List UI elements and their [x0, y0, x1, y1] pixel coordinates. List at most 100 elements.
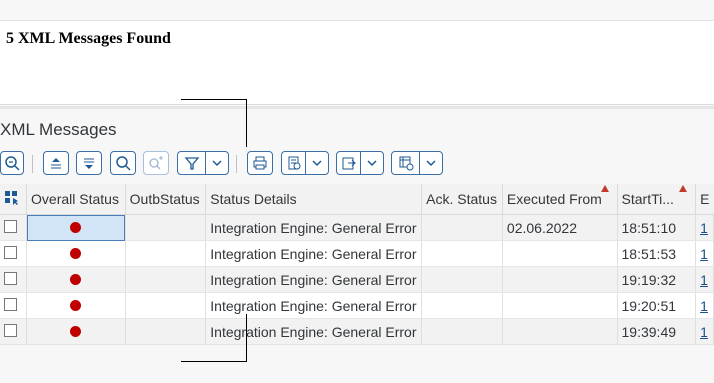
table-row[interactable]: Integration Engine: General Error 02.06.… [0, 214, 714, 241]
annotation-line [246, 99, 247, 147]
column-header-outb-status[interactable]: OutbStatus [125, 184, 207, 215]
chevron-down-icon [312, 160, 322, 167]
filter-dropdown[interactable] [205, 152, 228, 174]
messages-found-title: 5 XML Messages Found [6, 30, 171, 47]
column-header-executed-from-label: Executed From [506, 191, 602, 207]
column-header-e[interactable]: E [695, 184, 714, 215]
error-status-icon [70, 221, 82, 233]
print-button[interactable] [247, 151, 273, 175]
start-time-cell: 18:51:53 [617, 240, 697, 267]
export-dropdown[interactable] [360, 152, 383, 174]
table-row[interactable]: Integration Engine: General Error 18:51:… [0, 240, 714, 267]
sort-descending-icon [84, 158, 94, 169]
executed-from-cell [502, 292, 618, 319]
overall-status-cell[interactable] [26, 318, 126, 345]
column-header-status-details[interactable]: Status Details [205, 184, 423, 215]
messages-table: Overall Status OutbStatus Status Details… [0, 184, 714, 345]
row-select-checkbox[interactable] [0, 266, 28, 293]
view-main[interactable] [282, 152, 305, 174]
row-select-checkbox[interactable] [0, 318, 28, 345]
column-header-start-time[interactable]: StartTi... [617, 184, 697, 215]
checkbox[interactable] [4, 219, 17, 233]
sort-indicator-icon [600, 185, 609, 192]
filter-button[interactable] [177, 151, 229, 175]
outb-status-cell [125, 214, 207, 241]
find-next-button[interactable] [143, 151, 169, 175]
layout-settings-button[interactable] [391, 151, 443, 175]
annotation-line [181, 99, 247, 100]
status-details-cell: Integration Engine: General Error [205, 318, 423, 345]
checkbox[interactable] [4, 323, 17, 337]
start-time-cell: 19:39:49 [617, 318, 697, 345]
e-cell[interactable]: 1 [695, 292, 714, 319]
checkbox[interactable] [4, 297, 17, 311]
e-cell[interactable]: 1 [695, 214, 714, 241]
ack-status-cell [421, 292, 503, 319]
start-time-cell: 19:19:32 [617, 266, 697, 293]
export-main[interactable] [337, 152, 360, 174]
find-next-icon [149, 156, 163, 170]
error-status-icon [70, 273, 82, 285]
column-header-start-time-label: StartTi... [621, 191, 674, 207]
section-separator [0, 106, 714, 109]
sort-ascending-icon [51, 158, 61, 169]
status-details-cell: Integration Engine: General Error [205, 266, 423, 293]
layout-settings-dropdown[interactable] [419, 152, 442, 174]
overall-status-cell[interactable] [26, 240, 126, 267]
e-cell[interactable]: 1 [695, 266, 714, 293]
column-header-executed-from[interactable]: Executed From [502, 184, 618, 215]
overall-status-cell[interactable] [26, 292, 126, 319]
top-bar [0, 0, 714, 21]
details-button[interactable] [0, 151, 24, 175]
e-link[interactable]: 1 [700, 246, 708, 262]
alv-toolbar [0, 151, 714, 179]
filter-main[interactable] [178, 152, 205, 174]
overall-status-cell[interactable] [26, 214, 126, 241]
e-link[interactable]: 1 [700, 324, 708, 340]
select-all-button[interactable] [0, 184, 28, 215]
row-select-checkbox[interactable] [0, 214, 28, 241]
checkbox[interactable] [4, 271, 17, 285]
sort-indicator-icon [679, 185, 688, 192]
e-link[interactable]: 1 [700, 272, 708, 288]
column-header-overall-status[interactable]: Overall Status [26, 184, 126, 215]
row-select-checkbox[interactable] [0, 292, 28, 319]
executed-from-cell [502, 240, 618, 267]
ack-status-cell [421, 266, 503, 293]
annotation-line [246, 314, 247, 362]
ack-status-cell [421, 214, 503, 241]
overall-status-cell[interactable] [26, 266, 126, 293]
toolbar-separator [32, 155, 33, 173]
ack-status-cell [421, 240, 503, 267]
error-status-icon [70, 247, 82, 259]
print-icon [253, 156, 267, 170]
layout-settings-main[interactable] [392, 152, 419, 174]
sort-ascending-button[interactable] [43, 151, 69, 175]
outb-status-cell [125, 318, 207, 345]
e-cell[interactable]: 1 [695, 240, 714, 267]
table-row[interactable]: Integration Engine: General Error 19:20:… [0, 292, 714, 319]
e-cell[interactable]: 1 [695, 318, 714, 345]
view-icon [288, 156, 300, 170]
status-details-cell: Integration Engine: General Error [205, 292, 423, 319]
executed-from-cell: 02.06.2022 [502, 214, 618, 241]
e-link[interactable]: 1 [700, 220, 708, 236]
annotation-line [181, 361, 247, 362]
export-button[interactable] [336, 151, 384, 175]
e-link[interactable]: 1 [700, 298, 708, 314]
sort-descending-button[interactable] [76, 151, 102, 175]
export-icon [342, 157, 356, 170]
view-dropdown[interactable] [305, 152, 328, 174]
table-row[interactable]: Integration Engine: General Error 19:39:… [0, 318, 714, 345]
filter-icon [184, 157, 199, 170]
column-header-ack-status[interactable]: Ack. Status [421, 184, 503, 215]
view-button[interactable] [281, 151, 329, 175]
error-status-icon [70, 325, 82, 337]
checkbox[interactable] [4, 245, 17, 259]
outb-status-cell [125, 240, 207, 267]
table-row[interactable]: Integration Engine: General Error 19:19:… [0, 266, 714, 293]
chevron-down-icon [426, 160, 436, 167]
row-select-checkbox[interactable] [0, 240, 28, 267]
ack-status-cell [421, 318, 503, 345]
find-button[interactable] [110, 151, 136, 175]
